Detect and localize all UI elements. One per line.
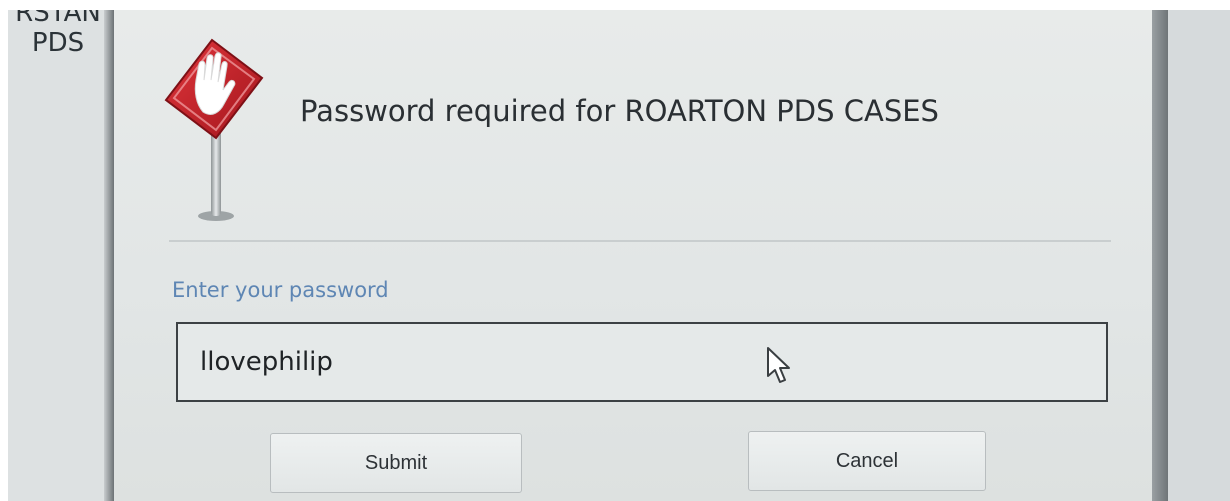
password-input[interactable]: llovephilip (176, 322, 1108, 402)
stop-hand-sign-icon (164, 38, 264, 221)
background-window-title-cut: RSTAN (8, 10, 108, 24)
divider (169, 240, 1111, 242)
cancel-button[interactable]: Cancel (748, 431, 986, 491)
background-window-right (1168, 10, 1230, 501)
screen: RSTAN PDS Password required f (8, 10, 1230, 501)
dialog-title: Password required for ROARTON PDS CASES (300, 94, 939, 128)
background-window-title-text: PDS (31, 28, 85, 58)
mouse-cursor-icon (767, 347, 790, 383)
dialog-right-frame (1152, 10, 1168, 501)
password-dialog: Password required for ROARTON PDS CASES … (114, 10, 1152, 501)
background-window-title: RSTAN PDS (8, 10, 108, 58)
dialog-left-frame (104, 10, 114, 501)
password-input-value: llovephilip (200, 347, 333, 377)
password-field-label: Enter your password (172, 278, 389, 302)
submit-button[interactable]: Submit (270, 433, 522, 493)
